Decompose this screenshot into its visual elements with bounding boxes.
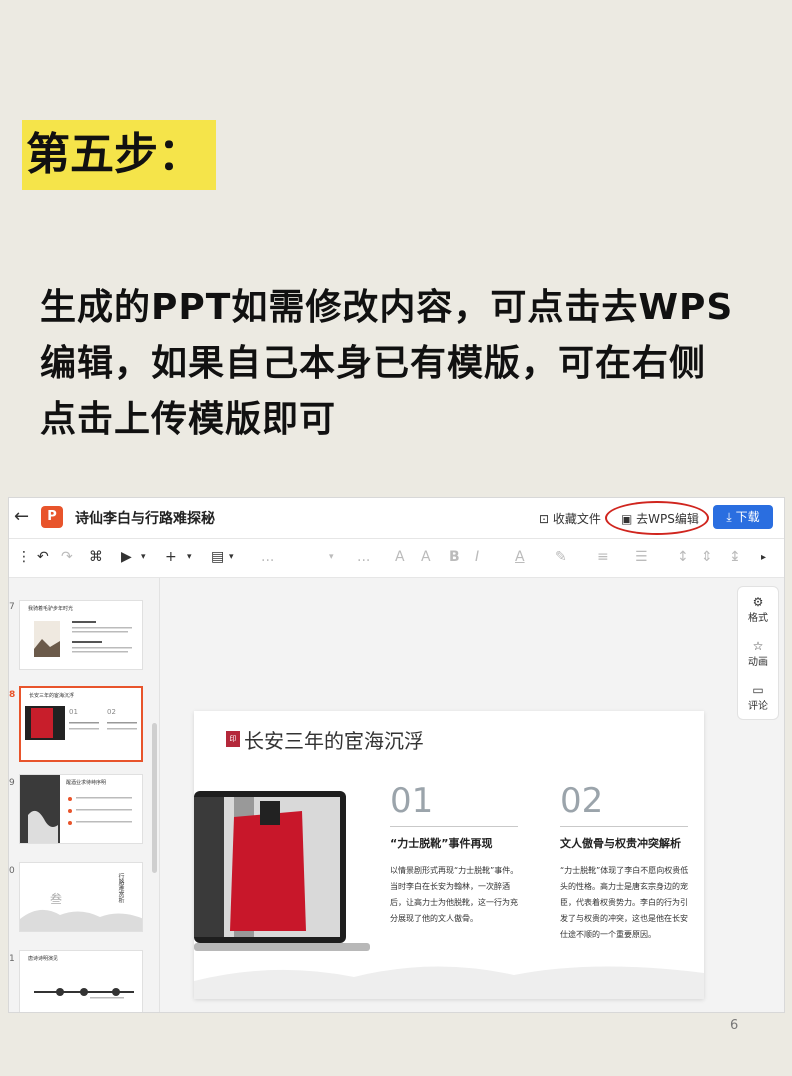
column-divider	[560, 826, 688, 827]
slide-thumbnail-active[interactable]: 长安三年的宦海沉浮 01 02	[19, 686, 143, 762]
slide-thumbnail[interactable]: 醒酒业求待峙序明	[19, 774, 143, 844]
document-title: 诗仙李白与行路难探秘	[75, 511, 215, 527]
favorite-label: 收藏文件	[552, 512, 601, 526]
page-number: 6	[730, 1018, 739, 1033]
star-icon: ☆	[752, 639, 764, 653]
wps-edit-label: 去WPS编辑	[636, 512, 699, 526]
comment-icon: ▭	[752, 683, 764, 697]
highlight-icon[interactable]: ✎	[555, 549, 567, 565]
thumbnail-title: 我骑着毛驴步年时光	[28, 606, 74, 612]
thumbnail-title: 长安三年的宦海沉浮	[29, 693, 75, 699]
column-number: 02	[560, 781, 604, 821]
line-spacing-icon[interactable]: ↕	[677, 549, 689, 565]
column-heading: “力士脱靴”事件再现	[390, 837, 493, 850]
wps-edit-highlight[interactable]: ▣ 去WPS编辑	[605, 501, 709, 535]
wps-icon: ▣	[621, 512, 633, 526]
thumbnail-number: 1	[9, 954, 15, 964]
column-body: “力士脱靴”体现了李白不愿向权贵低头的性格。高力士是唐玄宗身边的宠臣，代表着权贵…	[560, 866, 689, 939]
more-arrow-icon[interactable]: ▸	[761, 552, 766, 563]
increase-font-icon[interactable]: A	[395, 549, 405, 565]
chevron-down-icon[interactable]: ▾	[229, 552, 234, 562]
thumbnail-title: 行路难赏析	[117, 873, 124, 903]
svg-text:01: 01	[69, 708, 78, 716]
paragraph-spacing-icon[interactable]: ⇕	[701, 549, 713, 565]
app-screenshot: ← P 诗仙李白与行路难探秘 ⊡ 收藏文件 ▣ 去WPS编辑 ⤓ 下载 ⋮ ↶ …	[8, 497, 785, 1013]
svg-text:02: 02	[107, 708, 116, 716]
favorite-button[interactable]: ⊡ 收藏文件	[539, 510, 601, 527]
column-divider	[390, 826, 518, 827]
undo-icon[interactable]: ↶	[37, 549, 49, 565]
wps-edit-button[interactable]: ▣ 去WPS编辑	[621, 510, 699, 527]
collapse-icon[interactable]: ⋮	[17, 549, 31, 565]
format-button[interactable]: ⚙ 格式	[738, 595, 778, 624]
align-icon[interactable]: ≡	[597, 549, 609, 565]
step-title: 第五步：	[22, 120, 216, 190]
thumbnail-number: 9	[9, 778, 15, 788]
slide-thumbnail[interactable]: 我骑着毛驴步年时光	[19, 600, 143, 670]
chevron-down-icon[interactable]: ▾	[187, 552, 192, 562]
download-label: 下载	[735, 510, 760, 524]
mountain-decoration	[194, 966, 704, 999]
ppt-logo-icon: P	[41, 506, 63, 528]
laptop-image	[194, 791, 370, 951]
comment-label: 评论	[748, 701, 768, 712]
spacing-icon[interactable]: ↨	[729, 549, 741, 565]
slide-thumbnail[interactable]: 叁 行路难赏析	[19, 862, 143, 932]
slide-thumbnail-panel: 7 我骑着毛驴步年时光 8 长安三年的宦海沉浮 01 02 9 醒酒业求待峙序明…	[9, 578, 160, 1012]
comment-button[interactable]: ▭ 评论	[738, 683, 778, 712]
thumbnail-number: 8	[9, 690, 16, 700]
thumbnail-title: 唐诗诗明演见	[28, 956, 59, 962]
layout-icon[interactable]: ▤	[211, 549, 224, 565]
slide-canvas[interactable]: 印 长安三年的宦海沉浮 01 “力士脱靴”事件再现 以情景剧形式再现“力士脱靴”…	[194, 711, 704, 999]
chevron-down-icon[interactable]: ▾	[329, 552, 334, 562]
redo-icon[interactable]: ↷	[61, 549, 73, 565]
slide-heading: 长安三年的宦海沉浮	[244, 729, 424, 753]
font-color-icon[interactable]: A	[515, 549, 525, 565]
download-button[interactable]: ⤓ 下载	[713, 505, 773, 529]
toolbar: ⋮ ↶ ↷ ⌘ ▶ ▾ + ▾ ▤ ▾ ... ▾ ... A A B I A …	[9, 539, 784, 578]
gear-icon: ⚙	[752, 595, 764, 609]
column-heading: 文人傲骨与权贵冲突解析	[560, 837, 681, 850]
back-arrow-icon[interactable]: ←	[14, 506, 29, 527]
format-painter-icon[interactable]: ⌘	[89, 549, 103, 565]
thumbnail-title: 醒酒业求待峙序明	[66, 780, 107, 786]
chevron-down-icon[interactable]: ▾	[141, 552, 146, 562]
play-icon[interactable]: ▶	[121, 549, 132, 565]
right-tool-panel: ⚙ 格式 ☆ 动画 ▭ 评论	[737, 586, 779, 720]
format-label: 格式	[748, 613, 768, 624]
font-select[interactable]: ...	[261, 549, 274, 565]
svg-text:叁: 叁	[50, 891, 62, 906]
animation-label: 动画	[748, 657, 768, 668]
description-line: 编辑，如果自己本身已有模版，可在右侧	[40, 343, 707, 384]
top-bar: ← P 诗仙李白与行路难探秘 ⊡ 收藏文件 ▣ 去WPS编辑 ⤓ 下载	[9, 498, 784, 539]
thumbnail-number: 7	[9, 602, 15, 612]
list-icon[interactable]: ☰	[635, 549, 648, 565]
bookmark-icon: ⊡	[539, 512, 550, 526]
bold-icon[interactable]: B	[449, 549, 460, 565]
column-body: 以情景剧形式再现“力士脱靴”事件。当时李白在长安为翰林，一次醉酒后，让高力士为他…	[390, 866, 519, 923]
thumbnail-number: 0	[9, 866, 15, 876]
decrease-font-icon[interactable]: A	[421, 549, 431, 565]
slide-thumbnail[interactable]: 唐诗诗明演见	[19, 950, 143, 1012]
italic-icon[interactable]: I	[475, 549, 479, 565]
seal-icon: 印	[226, 731, 240, 747]
description-line: 生成的PPT如需修改内容，可点击去WPS	[40, 287, 734, 328]
insert-icon[interactable]: +	[165, 549, 177, 565]
column-number: 01	[390, 781, 434, 821]
description-line: 点击上传模版即可	[40, 399, 337, 440]
thumbnail-scrollbar[interactable]	[152, 723, 157, 873]
font-size-select[interactable]: ...	[357, 549, 370, 565]
animation-button[interactable]: ☆ 动画	[738, 639, 778, 668]
description: 生成的PPT如需修改内容，可点击去WPS 编辑，如果自己本身已有模版，可在右侧 …	[40, 280, 780, 448]
download-icon: ⤓	[726, 510, 732, 524]
